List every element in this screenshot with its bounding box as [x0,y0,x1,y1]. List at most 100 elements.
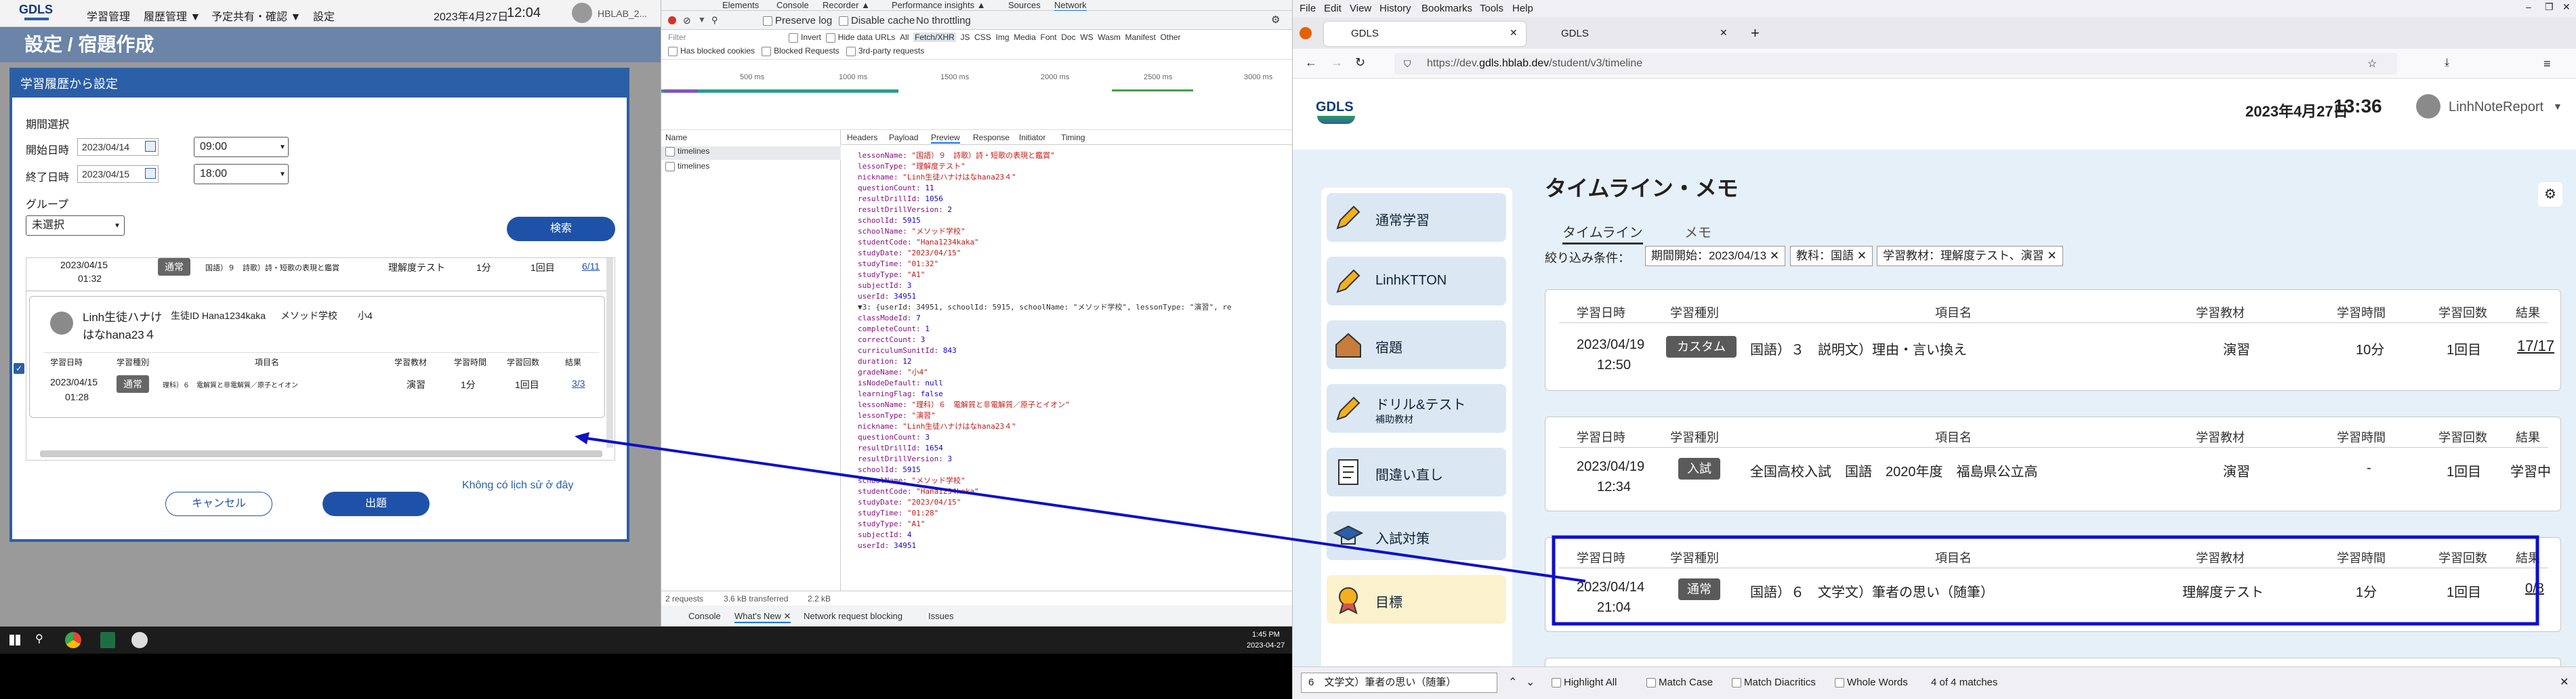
checkbox-checked[interactable]: ✓ [14,363,24,374]
close-tab-icon[interactable]: ✕ [1720,27,1728,39]
tab-response[interactable]: Response [973,133,1010,142]
tab-headers[interactable]: Headers [847,133,877,142]
end-time-select[interactable]: 18:00 [194,164,289,184]
tab-payload[interactable]: Payload [889,133,918,142]
gear-icon[interactable]: ⚙ [1271,14,1280,26]
drawer-console[interactable]: Console [688,611,721,621]
download-icon[interactable]: ⤓ [2445,57,2449,69]
tab-sources[interactable]: Sources [1008,0,1041,10]
close-tab-icon[interactable]: ✕ [1510,27,1518,39]
menu-bookmarks[interactable]: Bookmarks [1421,3,1472,14]
drawer-request-blocking[interactable]: Network request blocking [804,611,902,621]
app-icon[interactable] [131,632,148,648]
windows-icon[interactable] [9,635,20,645]
tab-gdls[interactable]: GDLS [1534,22,1737,46]
cancel-button[interactable]: キャンセル [165,492,272,516]
sidebar-item-regular-study[interactable]: 通常学習 [1327,193,1506,242]
filter-options[interactable]: Invert Hide data URLs All Fetch/XHR JS C… [789,33,1181,43]
match-case-checkbox[interactable]: Match Case [1646,677,1713,688]
search-button[interactable]: 検索 [507,217,615,241]
menu-icon[interactable]: ≡ [2543,57,2551,71]
filter-icon[interactable]: ▼ [698,15,706,24]
filter-chip[interactable]: 学習教材：理解度テスト、演習 ✕ [1877,246,2063,266]
search-icon[interactable]: ⚲ [35,632,43,645]
timeline-overview[interactable]: 500 ms 1000 ms 1500 ms 2000 ms 2500 ms 3… [661,60,1292,130]
sidebar-item-review[interactable]: 間違い直し [1327,448,1506,496]
tab-elements[interactable]: Elements [722,0,759,10]
menu-file[interactable]: File [1300,3,1316,14]
back-icon[interactable]: ← [1305,56,1317,70]
drawer-whats-new[interactable]: What's New ✕ [734,611,791,623]
json-preview[interactable]: lessonName: "国語）９ 詩歌）詩・短歌の表現と鑑賞" lessonTy… [858,150,1291,591]
card-result[interactable]: 17/17 [2517,337,2554,355]
tab-preview[interactable]: Preview [931,133,960,144]
close-icon[interactable]: ✕ [2560,675,2569,689]
tab-timing[interactable]: Timing [1061,133,1085,142]
filter-chip[interactable]: 期間開始：2023/04/13 ✕ [1645,246,1786,266]
request-row[interactable]: timelines [661,161,841,175]
maximize-icon[interactable]: ❐ [2545,1,2554,13]
tab-performance[interactable]: Performance insights ▲ [892,0,986,10]
calendar-icon[interactable] [145,168,156,179]
minimize-icon[interactable]: – [2526,1,2531,12]
chrome-icon[interactable] [65,632,81,648]
header-user[interactable]: HBLAB_2... [598,8,647,19]
url-bar[interactable]: https://dev.gdls.hblab.dev/student/v3/ti… [1394,53,2397,75]
preserve-log-checkbox[interactable]: Preserve log [763,15,832,26]
sidebar-item-linhkt[interactable]: LinhKTTON [1327,257,1506,305]
card-result[interactable]: 0/8 [2525,581,2544,597]
chevron-down-icon[interactable]: ⌄ [1526,675,1535,689]
reload-icon[interactable]: ↻ [1355,56,1365,70]
menu-settings[interactable]: 設定 [313,7,335,24]
calendar-icon[interactable] [145,141,156,152]
menu-schedule[interactable]: 予定共有・確認 ▼ [211,7,301,24]
clear-icon[interactable]: ⊘ [683,15,691,26]
search-icon[interactable]: ⚲ [711,15,718,26]
horizontal-scrollbar[interactable] [40,450,602,457]
chevron-down-icon[interactable]: ▼ [2553,101,2562,112]
sidebar-item-homework[interactable]: 宿題 [1327,320,1506,369]
submit-button[interactable]: 出題 [323,492,430,516]
excel-icon[interactable] [100,632,115,648]
sidebar-item-drill-test[interactable]: ドリル&テスト 補助教材 [1327,384,1506,433]
history-list[interactable]: 2023/04/15 01:32 通常 国語）９ 詩歌）詩・短歌の表現と鑑賞 理… [26,257,615,461]
shield-icon[interactable]: ⛉ [1404,58,1411,70]
highlight-all-checkbox[interactable]: Highlight All [1552,677,1617,688]
forward-icon[interactable]: → [1331,56,1343,70]
chevron-up-icon[interactable]: ⌃ [1508,675,1517,689]
vertical-scrollbar[interactable] [606,258,613,448]
filter-options-2[interactable]: Has blocked cookies Blocked Requests 3rd… [668,46,924,56]
tab-console[interactable]: Console [776,0,809,10]
user-avatar-icon[interactable] [2416,94,2440,119]
tab-recorder[interactable]: Recorder ▲ [823,0,870,10]
match-diacritics-checkbox[interactable]: Match Diacritics [1732,677,1816,688]
sidebar-item-goal[interactable]: 目標 [1327,575,1506,624]
tab-initiator[interactable]: Initiator [1019,133,1045,142]
filter-settings-icon[interactable]: ⚙ [2538,182,2562,207]
menu-help[interactable]: Help [1512,3,1533,14]
find-input[interactable]: 6 文学文）筆者の思い（随筆） [1301,673,1497,693]
drawer-issues[interactable]: Issues [928,611,954,621]
disable-cache-checkbox[interactable]: Disable cache [839,15,915,26]
menu-history-manage[interactable]: 履歴管理 ▼ [144,7,201,24]
sidebar-item-exam-prep[interactable]: 入試対策 [1327,511,1506,560]
group-select[interactable]: 未選択 [26,215,125,236]
filter-input[interactable]: Filter [668,33,686,42]
menu-tools[interactable]: Tools [1480,3,1503,14]
row2-result[interactable]: 3/3 [572,378,585,389]
menu-edit[interactable]: Edit [1324,3,1342,14]
close-icon[interactable]: ✕ [2562,1,2571,13]
whole-words-checkbox[interactable]: Whole Words [1835,677,1908,688]
record-icon[interactable] [668,16,676,24]
tab-timeline[interactable]: タイムライン [1562,221,1643,245]
row1-result[interactable]: 6/11 [582,261,600,272]
page-user[interactable]: LinhNoteReport [2449,100,2543,115]
bookmark-star-icon[interactable]: ☆ [2367,57,2377,70]
new-tab-icon[interactable]: + [1751,24,1760,42]
request-row[interactable]: timelines [661,146,841,160]
menu-study-manage[interactable]: 学習管理 [87,7,130,24]
tab-gdls-active[interactable]: GDLS [1324,22,1526,46]
user-avatar-icon[interactable] [572,3,592,23]
menu-history[interactable]: History [1379,3,1411,14]
tab-network[interactable]: Network [1054,0,1087,12]
